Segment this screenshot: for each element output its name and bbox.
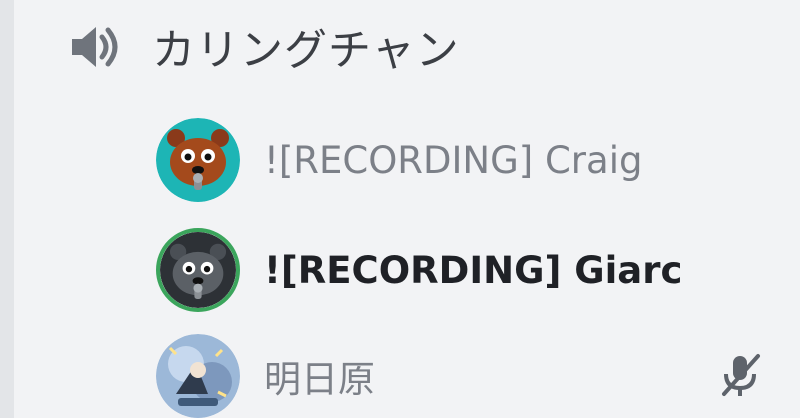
voice-user-row[interactable]: ![RECORDING] Giarc bbox=[156, 228, 766, 312]
voice-channel-header[interactable]: カリングチャン bbox=[66, 12, 460, 82]
voice-user-row[interactable]: 明日原 bbox=[156, 334, 766, 418]
user-name: 明日原 bbox=[264, 358, 375, 401]
anime-avatar bbox=[156, 334, 240, 418]
speaker-icon bbox=[66, 17, 126, 77]
mic-muted-icon bbox=[716, 350, 766, 400]
channel-name: カリングチャン bbox=[152, 26, 460, 76]
craig-bear-avatar bbox=[156, 118, 240, 202]
user-name: ![RECORDING] Craig bbox=[264, 138, 643, 182]
user-name: ![RECORDING] Giarc bbox=[264, 248, 683, 292]
sidebar-edge bbox=[0, 0, 14, 418]
giarc-bear-avatar bbox=[156, 228, 240, 312]
voice-user-row[interactable]: ![RECORDING] Craig bbox=[156, 118, 766, 202]
